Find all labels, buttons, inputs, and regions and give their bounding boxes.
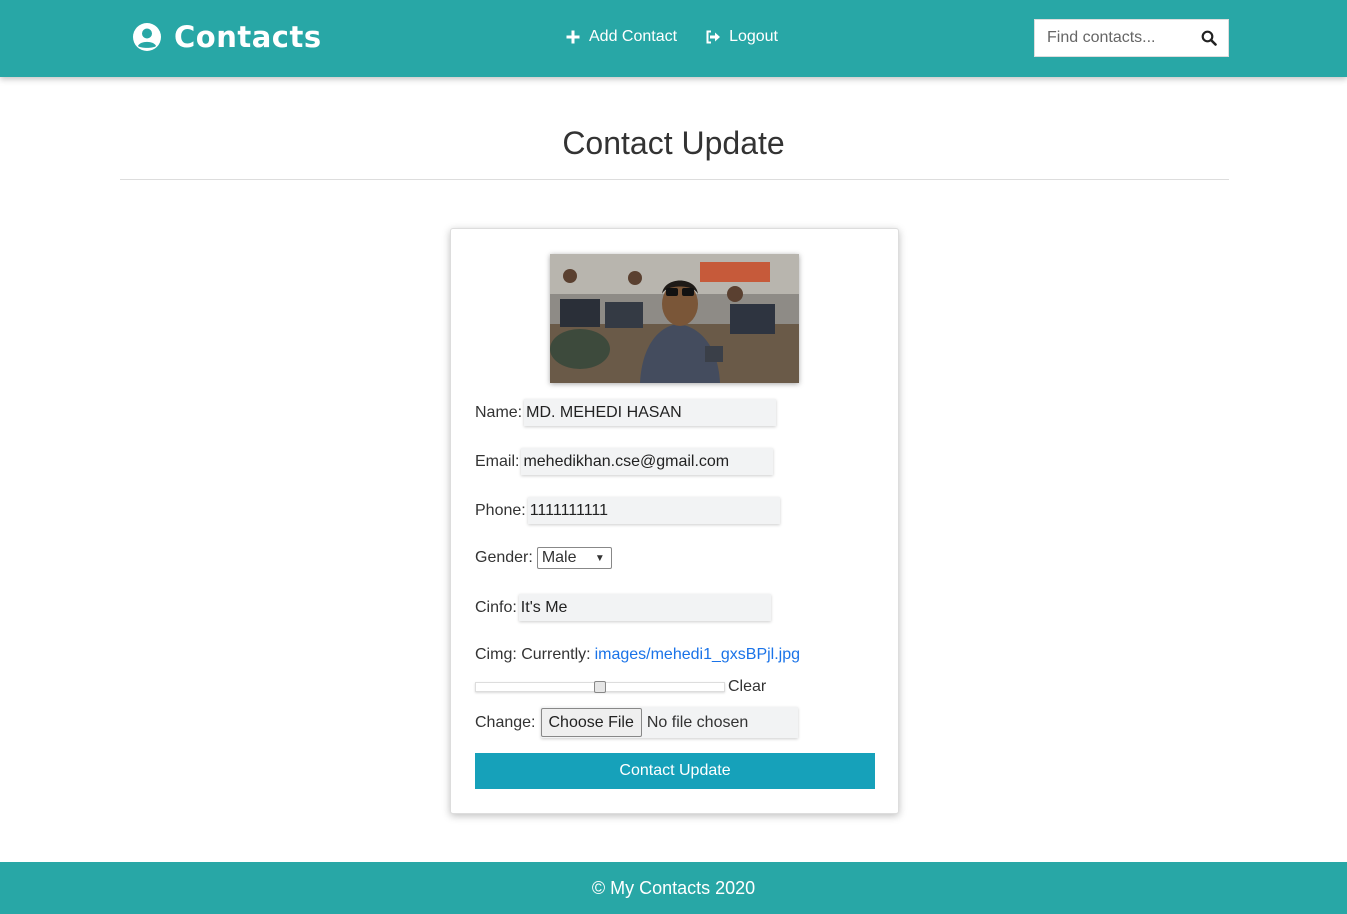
cinfo-input[interactable] xyxy=(518,594,771,621)
phone-row: Phone: xyxy=(475,497,780,524)
phone-input[interactable] xyxy=(527,497,780,524)
email-label: Email: xyxy=(475,452,520,470)
gender-select[interactable]: Male ▼ xyxy=(536,547,612,569)
chevron-down-icon: ▼ xyxy=(594,552,605,564)
title-divider xyxy=(120,179,1229,180)
search-input[interactable] xyxy=(1035,20,1190,56)
name-row: Name: xyxy=(475,399,777,426)
logout-icon xyxy=(706,30,721,44)
contact-update-card: Name: Email: Phone: Gender: Male ▼ Cinfo… xyxy=(450,228,899,814)
file-input[interactable]: Choose File No file chosen xyxy=(540,707,799,738)
gender-row: Gender: Male ▼ xyxy=(475,547,612,569)
logout-link[interactable]: Logout xyxy=(705,28,778,46)
footer-text: © My Contacts 2020 xyxy=(591,877,756,898)
current-image-link[interactable]: images/mehedi1_gxsBPjl.jpg xyxy=(595,646,800,664)
page-title: Contact Update xyxy=(562,125,785,161)
search-button[interactable] xyxy=(1190,20,1228,56)
gender-label: Gender: xyxy=(475,549,533,566)
slider-track xyxy=(475,681,725,693)
phone-label: Phone: xyxy=(475,501,526,519)
choose-file-button[interactable]: Choose File xyxy=(540,708,642,737)
contact-update-button[interactable]: Contact Update xyxy=(475,753,875,789)
name-input[interactable] xyxy=(524,399,777,426)
change-label: Change: xyxy=(475,713,536,731)
cinfo-label: Cinfo: xyxy=(475,598,517,616)
cimg-row: Cimg: Currently: images/mehedi1_gxsBPjl.… xyxy=(475,646,800,664)
cinfo-row: Cinfo: xyxy=(475,594,771,621)
add-contact-link[interactable]: Add Contact xyxy=(565,28,677,46)
cimg-label: Cimg: Currently: xyxy=(475,646,591,663)
name-label: Name: xyxy=(475,403,523,421)
brand-title: Contacts xyxy=(174,20,322,54)
search-box xyxy=(1034,19,1229,57)
navbar: Contacts Add Contact Logout xyxy=(0,0,1347,77)
contact-photo xyxy=(550,254,799,383)
logout-label: Logout xyxy=(729,28,778,45)
brand[interactable]: Contacts xyxy=(132,20,322,54)
slider-thumb[interactable] xyxy=(594,681,606,693)
user-circle-icon xyxy=(133,23,161,51)
plus-icon xyxy=(566,30,580,44)
email-input[interactable] xyxy=(521,448,774,475)
clear-slider[interactable] xyxy=(475,680,725,694)
email-row: Email: xyxy=(475,448,774,475)
file-status-text: No file chosen xyxy=(646,713,749,731)
change-row: Change: Choose File No file chosen xyxy=(475,707,799,738)
add-contact-label: Add Contact xyxy=(589,28,678,45)
search-icon xyxy=(1201,30,1217,46)
nav-links: Add Contact Logout xyxy=(565,28,778,46)
clear-label: Clear xyxy=(728,678,767,695)
footer: © My Contacts 2020 xyxy=(0,862,1347,914)
gender-selected-value: Male xyxy=(541,549,577,566)
